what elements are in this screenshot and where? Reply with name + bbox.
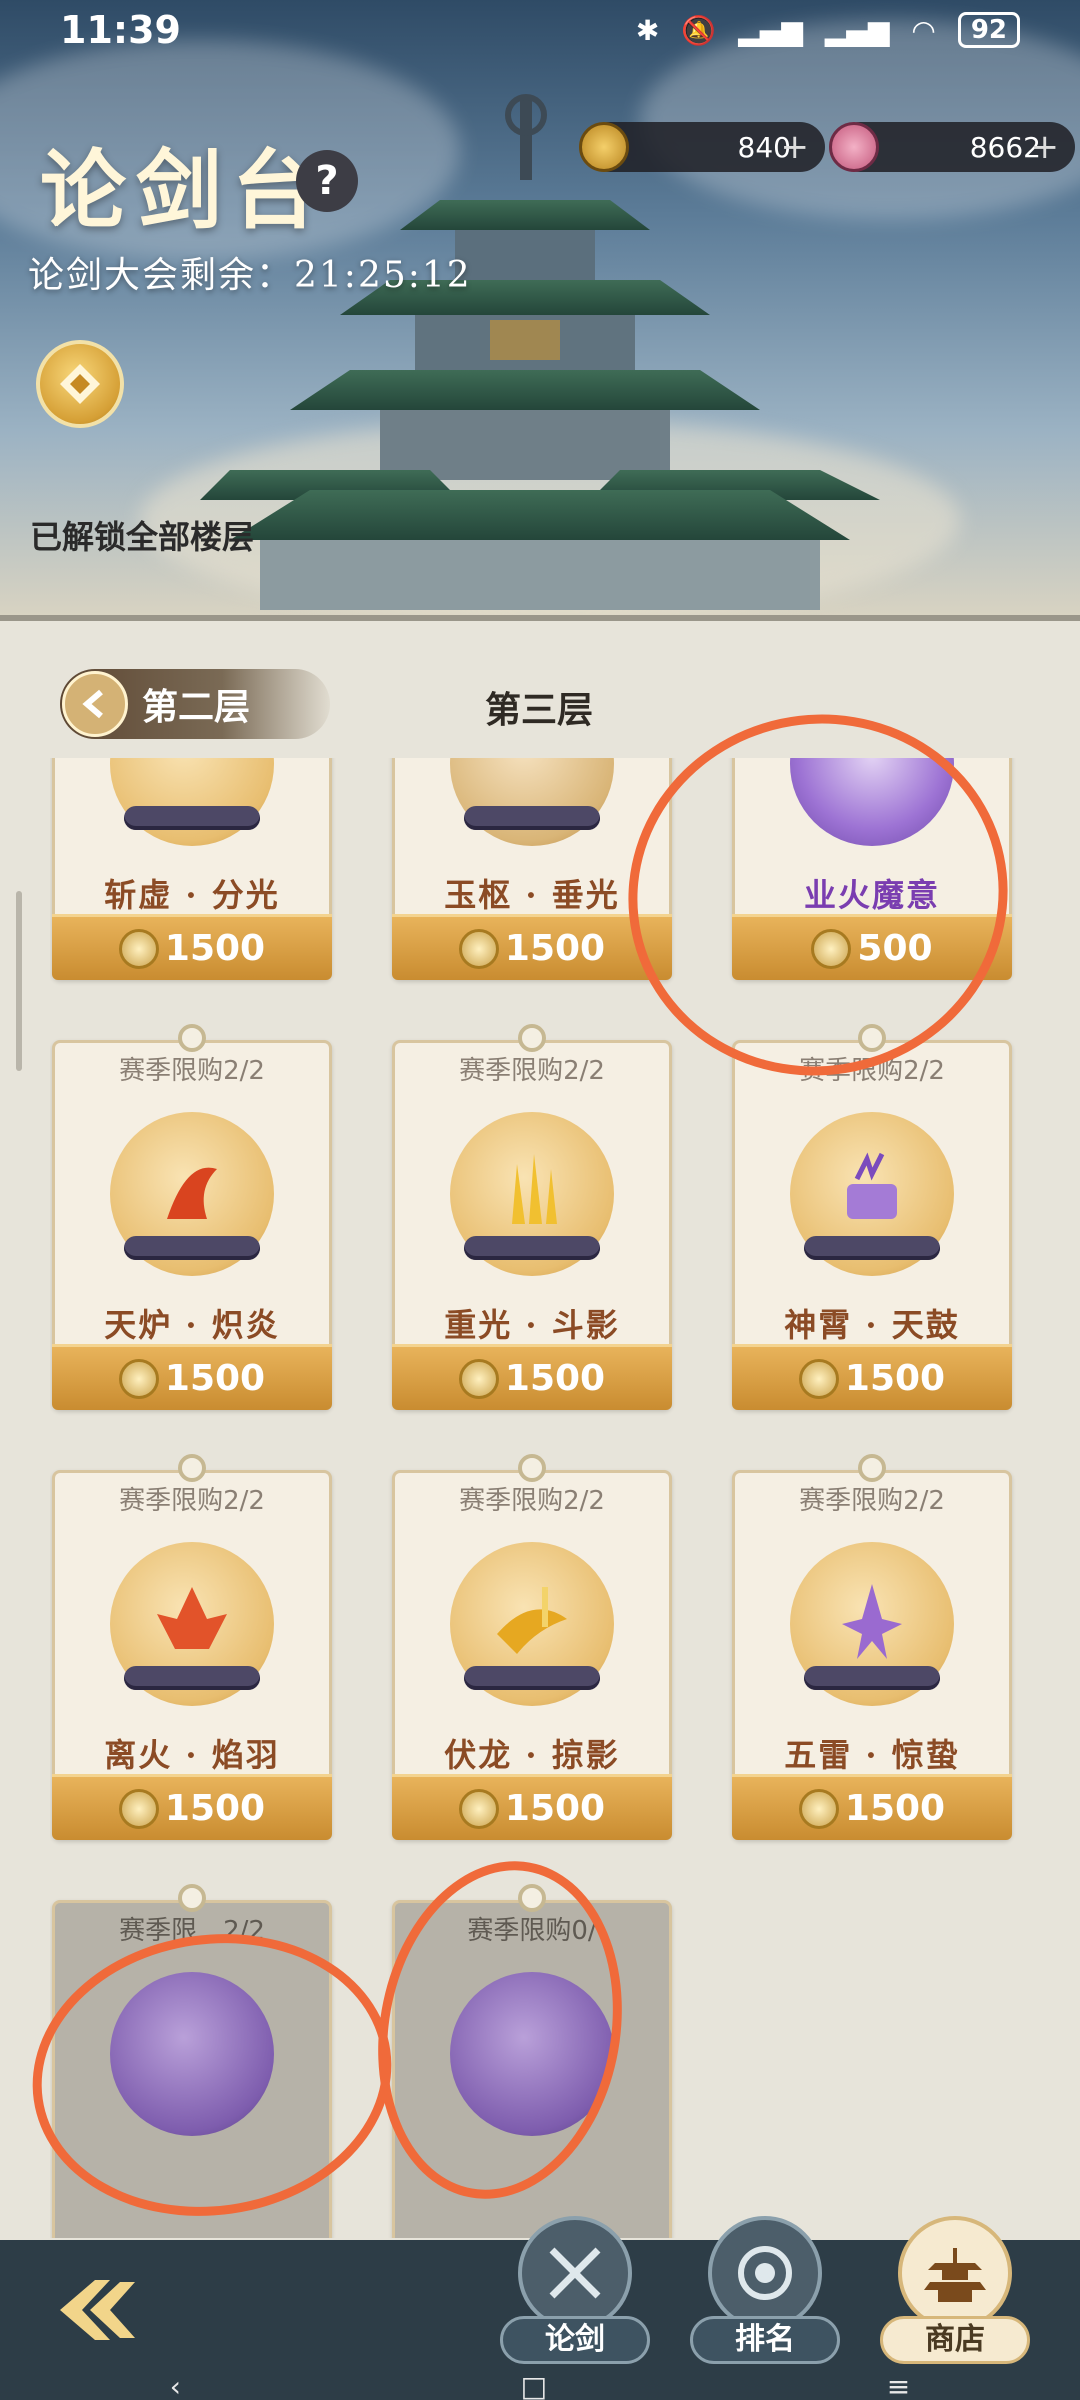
status-icons: ✱ 🔕 ▂▄▆ ▂▄▆ ◠ 92	[636, 12, 1020, 48]
add-coin-button[interactable]: +	[781, 127, 810, 167]
scroll-icon	[124, 806, 260, 830]
nav-label: 排名	[690, 2316, 840, 2364]
item-name: 伏龙 · 掠影	[444, 1736, 620, 1774]
coin-icon	[458, 928, 499, 969]
rank-emblem-icon	[60, 364, 100, 404]
system-nav-bar: ‹ □ ≡	[0, 2370, 1080, 2400]
purchase-limit: 赛季限购2/2	[119, 1056, 265, 1086]
nav-shop[interactable]: 商店	[880, 2216, 1030, 2376]
price-value: 1500	[844, 1358, 946, 1399]
price-button[interactable]: 1500	[392, 1774, 672, 1840]
shop-item-card[interactable]: 赛季限购2/2 五雷 · 惊蛰 1500	[732, 1454, 1012, 1840]
item-name: 重光 · 斗影	[444, 1306, 620, 1344]
coin-icon	[798, 1358, 839, 1399]
rank-emblem-icon	[708, 2216, 822, 2330]
purchase-limit: 赛季限购2/2	[459, 1056, 605, 1086]
coin-icon	[579, 122, 629, 172]
bluetooth-icon: ✱	[635, 13, 660, 47]
hanging-ring-icon	[858, 1454, 886, 1482]
scrollbar[interactable]	[16, 891, 22, 1071]
tab-previous-floor[interactable]: 第二层	[60, 669, 330, 739]
rank-badge-button[interactable]	[36, 340, 124, 428]
scroll-icon	[464, 806, 600, 830]
item-name: 神霄 · 天鼓	[784, 1306, 960, 1344]
system-menu-icon[interactable]: ≡	[887, 2370, 910, 2400]
clock: 11:39	[60, 8, 181, 52]
nav-label: 商店	[880, 2316, 1030, 2364]
system-back-icon[interactable]: ‹	[170, 2370, 181, 2400]
hanging-ring-icon	[178, 1884, 206, 1912]
tab-label: 第二层	[142, 687, 251, 728]
pagoda-icon	[898, 2216, 1012, 2330]
page-title: 论剑台	[40, 140, 328, 241]
countdown-text: 论剑大会剩余：21:25:12	[28, 255, 472, 296]
coin-icon	[458, 1358, 499, 1399]
price-value: 1500	[504, 1358, 606, 1399]
shop-item-card[interactable]: 赛季限购2/2 神霄 · 天鼓 1500	[732, 1024, 1012, 1410]
tab-current-floor: 第三层	[485, 690, 594, 731]
hanging-ring-icon	[518, 1024, 546, 1052]
nav-rank[interactable]: 排名	[690, 2216, 840, 2376]
shop-item-card[interactable]: 赛季限购2/2 重光 · 斗影 1500	[392, 1024, 672, 1410]
battery-indicator: 92	[957, 12, 1020, 48]
back-arrow-icon	[60, 2280, 135, 2340]
price-button[interactable]: 1500	[52, 1774, 332, 1840]
currency-coin: 840 +	[579, 122, 825, 172]
add-feather-button[interactable]: +	[1031, 127, 1060, 167]
price-value: 1500	[164, 928, 266, 969]
hanging-ring-icon	[518, 1454, 546, 1482]
scroll-icon	[804, 1236, 940, 1260]
shop-item-card[interactable]: 赛季限购2/2 离火 · 焰羽 1500	[52, 1454, 332, 1840]
price-button[interactable]: 1500	[392, 1344, 672, 1410]
unlock-status-text: 已解锁全部楼层	[30, 518, 255, 556]
coin-icon	[118, 1788, 159, 1829]
price-value: 1500	[844, 1788, 946, 1829]
back-arrow-icon	[62, 671, 128, 737]
shop-item-card[interactable]: 赛季限购2/2 天炉 · 炽炎 1500	[52, 1024, 332, 1410]
feather-icon	[829, 122, 879, 172]
hanging-ring-icon	[178, 1024, 206, 1052]
price-value: 1500	[164, 1358, 266, 1399]
crossed-swords-icon	[518, 2216, 632, 2330]
price-value: 1500	[504, 928, 606, 969]
currency-feather: 8662 +	[829, 122, 1075, 172]
price-value: 1500	[164, 1788, 266, 1829]
shop-item-card[interactable]: 赛季限购2/2 伏龙 · 掠影 1500	[392, 1454, 672, 1840]
coin-icon	[118, 928, 159, 969]
item-name: 斩虚 · 分光	[104, 876, 280, 914]
shop-item-card[interactable]: 斩虚 · 分光 1500	[52, 758, 332, 980]
purchase-limit: 赛季限购2/2	[799, 1486, 945, 1516]
status-bar: 11:39 ✱ 🔕 ▂▄▆ ▂▄▆ ◠ 92	[0, 0, 1080, 60]
hanging-ring-icon	[178, 1454, 206, 1482]
purchase-limit: 赛季限购2/2	[459, 1486, 605, 1516]
purchase-limit: 赛季限购2/2	[119, 1486, 265, 1516]
coin-icon	[798, 1788, 839, 1829]
scroll-icon	[124, 1666, 260, 1690]
item-name: 天炉 · 炽炎	[104, 1306, 280, 1344]
signal-icon: ▂▄▆	[824, 13, 890, 47]
nav-label: 论剑	[500, 2316, 650, 2364]
item-name: 离火 · 焰羽	[104, 1736, 280, 1774]
signal-icon: ▂▄▆	[738, 13, 803, 47]
back-button[interactable]	[40, 2260, 160, 2360]
price-value: 1500	[504, 1788, 606, 1829]
nav-duel[interactable]: 论剑	[500, 2216, 650, 2376]
price-button[interactable]: 1500	[52, 914, 332, 980]
item-name: 五雷 · 惊蛰	[784, 1736, 960, 1774]
scroll-icon	[124, 1236, 260, 1260]
coin-icon	[118, 1358, 159, 1399]
scroll-icon	[464, 1666, 600, 1690]
wifi-icon: ◠	[911, 13, 936, 47]
mute-icon: 🔕	[681, 13, 717, 47]
system-home-icon[interactable]: □	[521, 2370, 547, 2400]
price-button[interactable]: 1500	[52, 1344, 332, 1410]
header-banner: 11:39 ✱ 🔕 ▂▄▆ ▂▄▆ ◠ 92 论剑台 ? 论剑大会剩余：21:2…	[0, 0, 1080, 615]
scroll-icon	[464, 1236, 600, 1260]
price-button[interactable]: 1500	[732, 1344, 1012, 1410]
coin-icon	[458, 1788, 499, 1829]
scroll-icon	[804, 1666, 940, 1690]
price-button[interactable]: 1500	[732, 1774, 1012, 1840]
help-button[interactable]: ?	[296, 150, 358, 212]
